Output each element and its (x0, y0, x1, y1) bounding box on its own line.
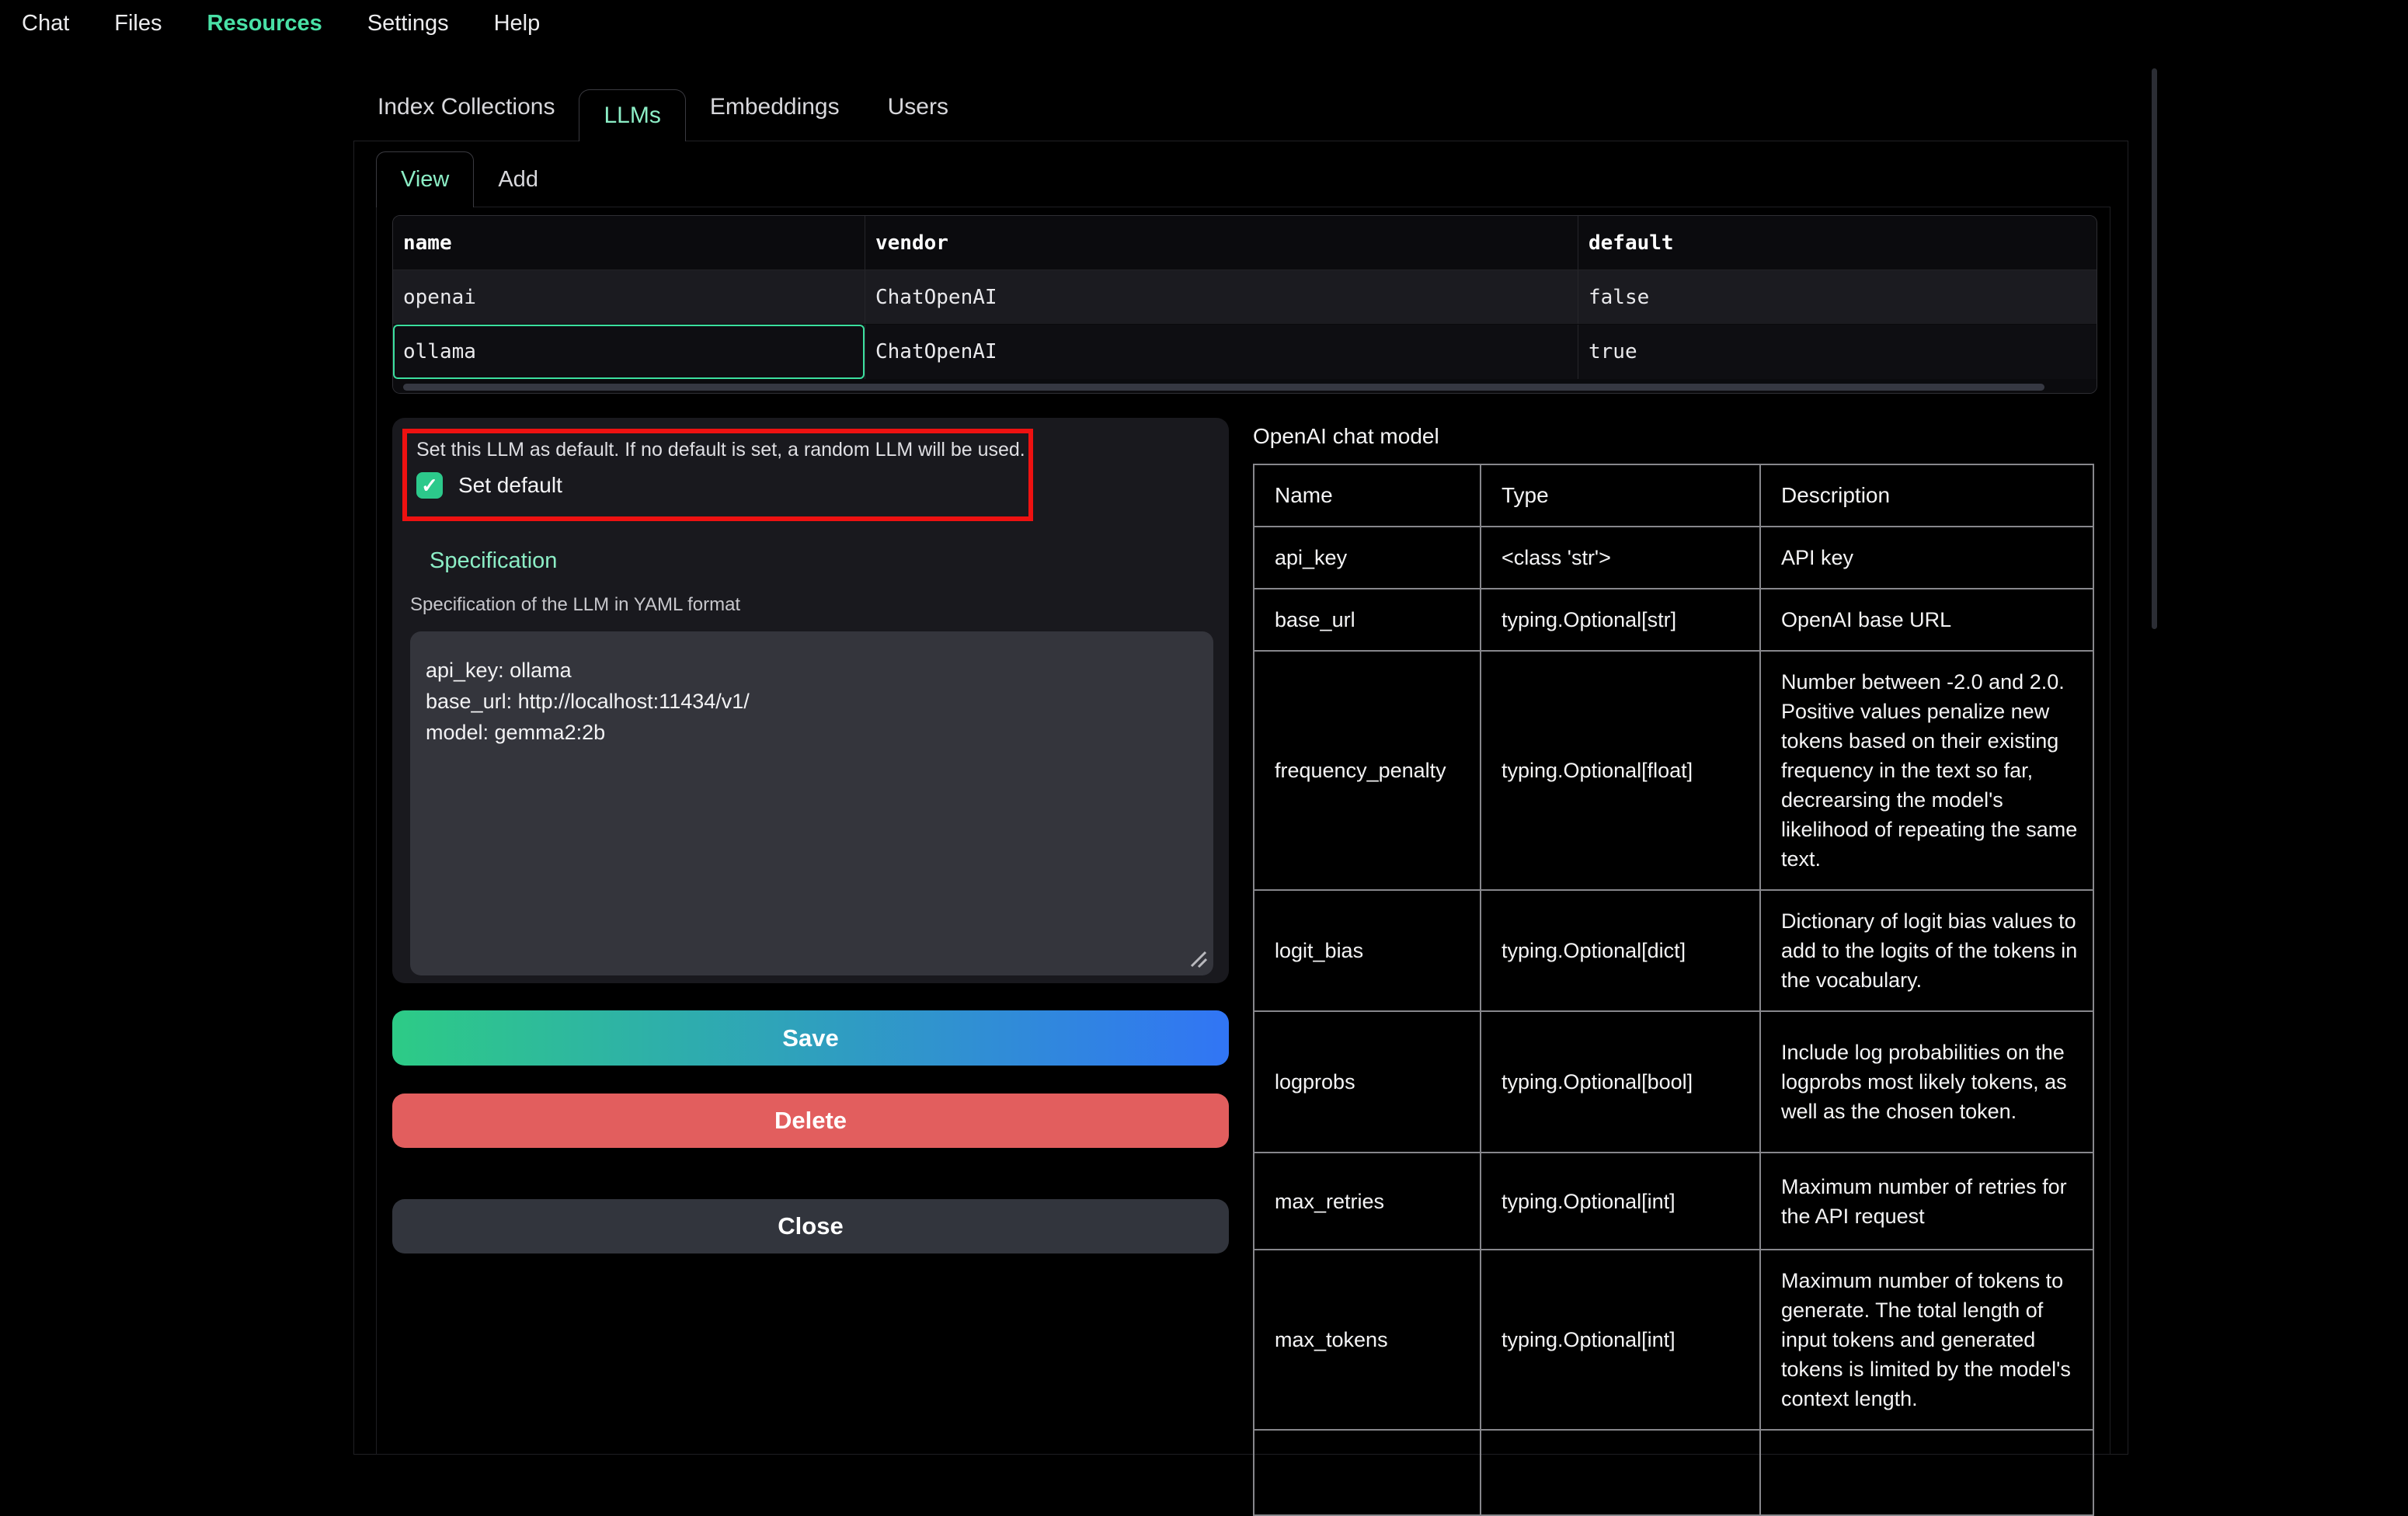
schema-cell-type: typing.Optional[str] (1481, 589, 1760, 651)
specification-caption: Specification of the LLM in YAML format (410, 594, 740, 616)
schema-panel-title: OpenAI chat model (1253, 424, 1439, 449)
schema-table: NameTypeDescription api_key<class 'str'>… (1253, 464, 2094, 1516)
llm-table-hscrollbar (393, 379, 2097, 394)
llm-cell-name[interactable]: openai (393, 270, 865, 324)
nav-item-help[interactable]: Help (494, 11, 541, 37)
schema-col-type: Type (1481, 464, 1760, 527)
llm-table: namevendordefaultopenaiChatOpenAIfalseol… (392, 215, 2097, 394)
specification-heading: Specification (430, 548, 557, 574)
nav-item-files[interactable]: Files (114, 11, 162, 37)
subtab-view[interactable]: View (376, 151, 474, 207)
llm-table-hscrollbar-thumb[interactable] (403, 384, 2044, 391)
llm-col-name: name (393, 216, 865, 269)
schema-cell-name: api_key (1254, 527, 1481, 589)
schema-header-row: NameTypeDescription (1254, 464, 2093, 527)
schema-cell-name: frequency_penalty (1254, 651, 1481, 890)
default-note: Set this LLM as default. If no default i… (416, 439, 1025, 461)
schema-cell-name: base_url (1254, 589, 1481, 651)
llm-table-header-row: namevendordefault (393, 216, 2097, 270)
schema-cell-description: Dictionary of logit bias values to add t… (1760, 890, 2093, 1011)
nav-item-settings[interactable]: Settings (367, 11, 449, 37)
save-button[interactable]: Save (392, 1010, 1229, 1066)
schema-col-description: Description (1760, 464, 2093, 527)
llm-cell-name[interactable]: ollama (393, 325, 865, 379)
schema-row-frequency_penalty: frequency_penaltytyping.Optional[float]N… (1254, 651, 2093, 890)
set-default-checkbox[interactable] (416, 472, 443, 499)
llms-subtabbar: ViewAdd (376, 151, 562, 207)
schema-cell-type: <class 'str'> (1481, 527, 1760, 589)
schema-cell-type: typing.Optional[dict] (1481, 890, 1760, 1011)
llm-cell-default[interactable]: true (1578, 325, 2097, 379)
schema-cell-empty (1760, 1430, 2093, 1515)
schema-cell-type: typing.Optional[int] (1481, 1250, 1760, 1430)
schema-cell-name: logprobs (1254, 1011, 1481, 1153)
schema-row-logit_bias: logit_biastyping.Optional[dict]Dictionar… (1254, 890, 2093, 1011)
llm-col-default: default (1578, 216, 2097, 269)
schema-cell-name: max_retries (1254, 1153, 1481, 1250)
schema-cell-description: Maximum number of retries for the API re… (1760, 1153, 2093, 1250)
schema-cell-description: Include log probabilities on the logprob… (1760, 1011, 2093, 1153)
schema-row-api_key: api_key<class 'str'>API key (1254, 527, 2093, 589)
tab-index-collections[interactable]: Index Collections (353, 73, 579, 141)
schema-cell-description: API key (1760, 527, 2093, 589)
close-button[interactable]: Close (392, 1199, 1229, 1253)
tab-embeddings[interactable]: Embeddings (686, 73, 864, 141)
schema-cell-empty (1481, 1430, 1760, 1515)
schema-row-max_tokens: max_tokenstyping.Optional[int]Maximum nu… (1254, 1250, 2093, 1430)
schema-cell-type: typing.Optional[bool] (1481, 1011, 1760, 1153)
subtab-add[interactable]: Add (474, 151, 562, 207)
nav-item-chat[interactable]: Chat (22, 11, 69, 37)
resources-tabbar: Index CollectionsLLMsEmbeddingsUsers (353, 73, 973, 141)
default-highlight-box: Set this LLM as default. If no default i… (402, 429, 1033, 521)
page-scrollbar-thumb[interactable] (2152, 68, 2157, 629)
tab-users[interactable]: Users (864, 73, 973, 141)
llm-col-vendor: vendor (865, 216, 1578, 269)
llm-table-row-ollama[interactable]: ollamaChatOpenAItrue (393, 325, 2097, 379)
schema-row-logprobs: logprobstyping.Optional[bool]Include log… (1254, 1011, 2093, 1153)
schema-row-max_retries: max_retriestyping.Optional[int]Maximum n… (1254, 1153, 2093, 1250)
top-nav: Chat Files Resources Settings Help (22, 0, 540, 47)
llm-detail-card: Set this LLM as default. If no default i… (392, 418, 1229, 983)
set-default-label: Set default (458, 473, 562, 498)
schema-row-base_url: base_urltyping.Optional[str]OpenAI base … (1254, 589, 2093, 651)
schema-cell-empty (1254, 1430, 1481, 1515)
schema-cell-description: Number between -2.0 and 2.0. Positive va… (1760, 651, 2093, 890)
llm-cell-vendor[interactable]: ChatOpenAI (865, 325, 1578, 379)
schema-cell-name: max_tokens (1254, 1250, 1481, 1430)
yaml-editor-wrap: api_key: ollama base_url: http://localho… (410, 631, 1213, 975)
tab-llms[interactable]: LLMs (579, 89, 685, 141)
schema-cell-type: typing.Optional[int] (1481, 1153, 1760, 1250)
yaml-spec-input[interactable]: api_key: ollama base_url: http://localho… (410, 631, 1213, 975)
llm-cell-default[interactable]: false (1578, 270, 2097, 324)
llm-table-row-openai[interactable]: openaiChatOpenAIfalse (393, 270, 2097, 325)
nav-item-resources[interactable]: Resources (207, 11, 322, 37)
delete-button[interactable]: Delete (392, 1094, 1229, 1148)
schema-col-name: Name (1254, 464, 1481, 527)
llm-cell-vendor[interactable]: ChatOpenAI (865, 270, 1578, 324)
set-default-row: Set default (416, 472, 562, 499)
schema-cell-type: typing.Optional[float] (1481, 651, 1760, 890)
schema-cell-description: OpenAI base URL (1760, 589, 2093, 651)
schema-row-partial (1254, 1430, 2093, 1515)
schema-cell-name: logit_bias (1254, 890, 1481, 1011)
schema-cell-description: Maximum number of tokens to generate. Th… (1760, 1250, 2093, 1430)
